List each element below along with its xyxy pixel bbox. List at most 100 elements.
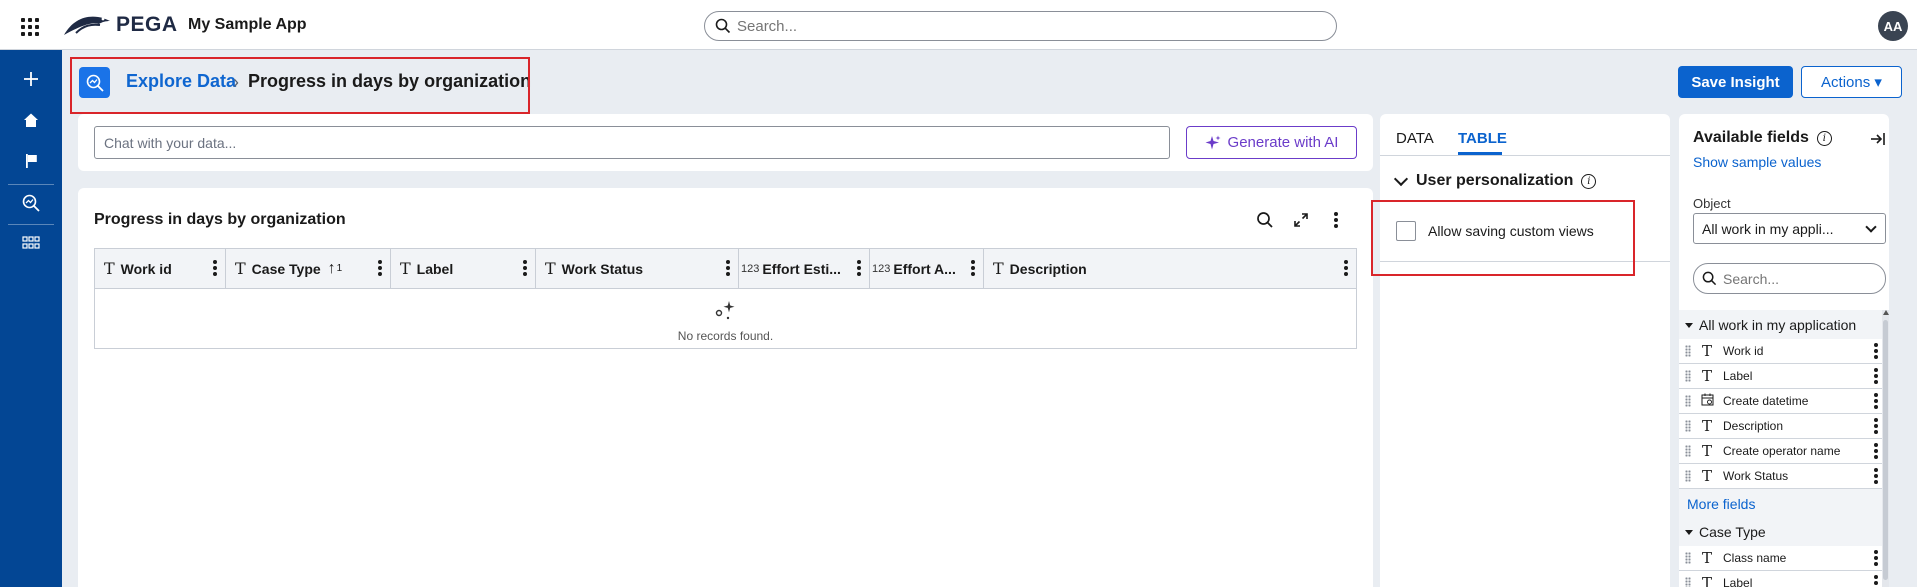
- field-item[interactable]: T Create operator name: [1679, 439, 1882, 464]
- text-type-icon: T: [545, 259, 556, 278]
- scrollbar-thumb[interactable]: [1883, 320, 1888, 580]
- column-menu-icon[interactable]: [857, 260, 861, 276]
- field-menu-icon[interactable]: [1874, 418, 1878, 434]
- pega-wing-icon: [64, 16, 110, 35]
- drag-handle-icon[interactable]: [1685, 577, 1691, 587]
- info-icon[interactable]: i: [1581, 173, 1597, 189]
- pega-logo[interactable]: PEGA: [62, 12, 178, 38]
- text-type-icon: T: [400, 259, 411, 278]
- column-header-case-type[interactable]: T Case Type ↑ 1: [226, 249, 391, 288]
- info-icon[interactable]: i: [1816, 130, 1832, 146]
- column-header-work-id[interactable]: T Work id: [95, 249, 226, 288]
- tab-data[interactable]: DATA: [1396, 130, 1434, 147]
- caret-down-icon: [1685, 322, 1693, 328]
- drag-handle-icon[interactable]: [1685, 420, 1691, 432]
- app-launcher-icon[interactable]: [18, 15, 40, 37]
- more-options-icon[interactable]: [1324, 208, 1348, 232]
- flag-icon[interactable]: [18, 148, 44, 174]
- table-card: Progress in days by organization T Work …: [78, 188, 1373, 587]
- search-icon[interactable]: [1253, 208, 1277, 232]
- apps-grid-icon[interactable]: [18, 230, 44, 256]
- field-menu-icon[interactable]: [1874, 443, 1878, 459]
- object-label: Object: [1693, 196, 1731, 211]
- group-case-type[interactable]: Case Type: [1685, 524, 1766, 540]
- field-item[interactable]: T Label: [1679, 364, 1882, 389]
- group-label: All work in my application: [1699, 317, 1857, 333]
- global-search-input[interactable]: [737, 17, 1297, 35]
- text-type-icon: T: [993, 259, 1004, 278]
- column-label: Work id: [120, 260, 172, 277]
- column-menu-icon[interactable]: [523, 260, 527, 276]
- field-menu-icon[interactable]: [1874, 550, 1878, 566]
- explore-data-icon[interactable]: [18, 190, 44, 216]
- field-item[interactable]: T Label: [1679, 571, 1882, 587]
- drag-handle-icon[interactable]: [1685, 370, 1691, 382]
- tab-divider: [1380, 155, 1670, 156]
- field-label: Create operator name: [1723, 444, 1841, 458]
- field-item[interactable]: Create datetime: [1679, 389, 1882, 414]
- drag-handle-icon[interactable]: [1685, 395, 1691, 407]
- field-menu-icon[interactable]: [1874, 368, 1878, 384]
- show-sample-values-link[interactable]: Show sample values: [1693, 154, 1821, 170]
- object-select[interactable]: All work in my appli...: [1693, 213, 1886, 244]
- tab-table[interactable]: TABLE: [1458, 130, 1507, 147]
- expand-icon[interactable]: [1289, 208, 1313, 232]
- section-title: User personalization: [1416, 172, 1574, 189]
- scroll-up-icon[interactable]: [1883, 310, 1889, 315]
- fields-search-input[interactable]: [1723, 270, 1873, 287]
- field-label: Work Status: [1723, 469, 1789, 483]
- field-menu-icon[interactable]: [1874, 575, 1878, 587]
- field-menu-icon[interactable]: [1874, 393, 1878, 409]
- avatar[interactable]: AA: [1878, 11, 1908, 41]
- field-item[interactable]: T Class name: [1679, 546, 1882, 571]
- field-menu-icon[interactable]: [1874, 468, 1878, 484]
- user-personalization-header[interactable]: User personalization i: [1392, 171, 1597, 190]
- drag-handle-icon[interactable]: [1685, 345, 1691, 357]
- text-type-icon: T: [235, 259, 246, 278]
- group-all-work[interactable]: All work in my application: [1685, 317, 1856, 333]
- search-icon: [715, 18, 731, 34]
- home-icon[interactable]: [18, 107, 44, 133]
- column-header-work-status[interactable]: T Work Status: [536, 249, 739, 288]
- field-item[interactable]: T Work Status: [1679, 464, 1882, 489]
- column-menu-icon[interactable]: [378, 260, 382, 276]
- add-icon[interactable]: [18, 66, 44, 92]
- column-header-effort-estimate[interactable]: 123 Effort Esti...: [739, 249, 870, 288]
- global-search[interactable]: [704, 11, 1337, 41]
- group-label: Case Type: [1699, 524, 1766, 540]
- collapse-panel-icon[interactable]: [1869, 130, 1887, 148]
- drag-handle-icon[interactable]: [1685, 552, 1691, 564]
- field-item[interactable]: T Description: [1679, 414, 1882, 439]
- column-header-label[interactable]: T Label: [391, 249, 536, 288]
- drag-handle-icon[interactable]: [1685, 445, 1691, 457]
- field-menu-icon[interactable]: [1874, 343, 1878, 359]
- generate-with-ai-button[interactable]: Generate with AI: [1186, 126, 1357, 159]
- chat-input[interactable]: [94, 126, 1170, 159]
- fields-scrollbar[interactable]: [1882, 310, 1889, 587]
- field-label: Create datetime: [1723, 394, 1809, 408]
- empty-sparkle-icon: [715, 301, 735, 320]
- drag-handle-icon[interactable]: [1685, 470, 1691, 482]
- left-nav: [0, 50, 62, 587]
- text-type-icon: T: [1701, 442, 1712, 460]
- empty-state-text: No records found.: [677, 329, 774, 343]
- fields-search[interactable]: [1693, 263, 1886, 294]
- save-insight-button[interactable]: Save Insight: [1678, 66, 1793, 98]
- available-fields-panel: Available fields i Show sample values Ob…: [1679, 114, 1889, 587]
- actions-menu-button[interactable]: Actions ▾: [1801, 66, 1902, 98]
- column-menu-icon[interactable]: [726, 260, 730, 276]
- chevron-down-icon: [1865, 221, 1877, 233]
- column-header-effort-actual[interactable]: 123 Effort A...: [870, 249, 984, 288]
- text-type-icon: T: [1701, 342, 1712, 360]
- available-fields-title-text: Available fields: [1693, 129, 1809, 146]
- column-menu-icon[interactable]: [1344, 260, 1348, 276]
- column-menu-icon[interactable]: [213, 260, 217, 276]
- text-type-icon: T: [104, 259, 115, 278]
- more-fields-link[interactable]: More fields: [1687, 496, 1755, 512]
- field-item[interactable]: T Work id: [1679, 339, 1882, 364]
- column-menu-icon[interactable]: [971, 260, 975, 276]
- chevron-down-icon: [1393, 171, 1409, 187]
- breadcrumb-highlight-box: [70, 57, 530, 114]
- column-header-description[interactable]: T Description: [984, 249, 1356, 288]
- text-type-icon: T: [1701, 574, 1712, 587]
